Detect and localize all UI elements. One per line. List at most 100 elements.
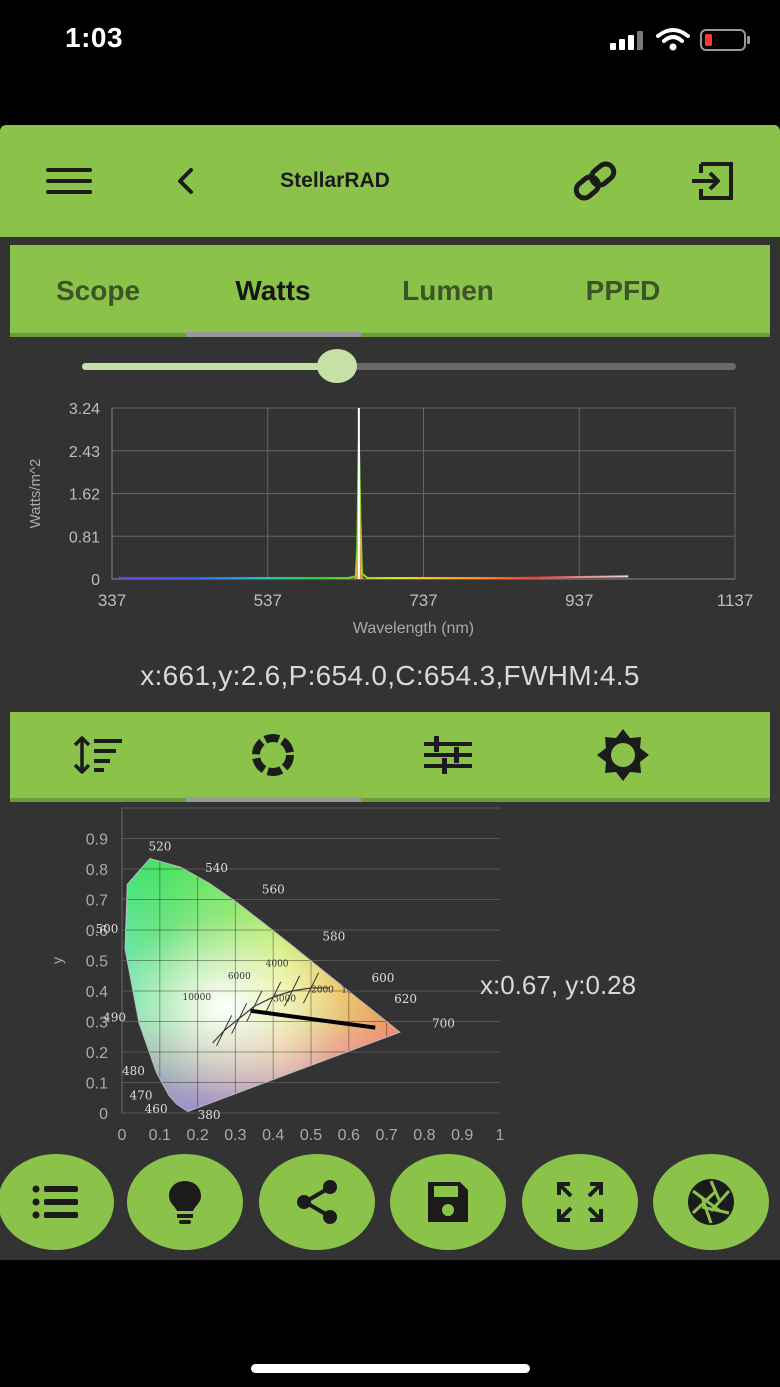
share-button[interactable]: [259, 1154, 375, 1250]
sort-icon: [73, 736, 122, 774]
cie-y-tick-label: 0.7: [86, 893, 108, 910]
wavelength-label: 700: [432, 1017, 455, 1031]
cie-x-tick-label: 0.3: [224, 1127, 246, 1144]
list-icon: [32, 1185, 78, 1219]
back-button[interactable]: [165, 125, 205, 237]
y-axis-label: Watts/m^2: [27, 459, 44, 529]
tune-icon: [424, 736, 472, 774]
tab-ppfd[interactable]: PPFD: [535, 245, 711, 333]
lightbulb-icon: [169, 1181, 201, 1224]
home-indicator: [251, 1364, 530, 1373]
x-tick-label: 937: [565, 591, 593, 610]
cie-x-tick-label: 0.2: [186, 1127, 208, 1144]
chevron-left-icon: [178, 168, 193, 194]
tab-indicator: [186, 332, 361, 337]
y-tick-label: 1.62: [69, 487, 100, 504]
wavelength-label: 520: [148, 840, 171, 854]
wavelength-label: 490: [103, 1011, 126, 1025]
spectrum-chart: 337 537 737 937 1137 3.24 2.43 1.62 0.81 0 Watts/m…: [27, 401, 754, 637]
wavelength-label: 460: [145, 1102, 168, 1116]
adjust-button[interactable]: [360, 712, 536, 798]
list-button[interactable]: [0, 1154, 114, 1250]
lamp-button[interactable]: [127, 1154, 243, 1250]
x-tick-label: 337: [98, 591, 126, 610]
cie-x-tick-label: 0.8: [413, 1127, 435, 1144]
cie-x-tick-label: 0.9: [451, 1127, 473, 1144]
status-bar: 1:03: [0, 0, 780, 80]
sort-button[interactable]: [10, 712, 186, 798]
y-tick-label: 0: [91, 572, 100, 589]
cie-y-tick-label: 0: [99, 1106, 108, 1123]
x-tick-label: 537: [254, 591, 282, 610]
x-tick-label: 737: [409, 591, 437, 610]
cct-label: 10000: [182, 993, 211, 1003]
intensity-slider[interactable]: [82, 347, 736, 387]
cie-x-tick-label: 0: [118, 1127, 127, 1144]
wavelength-label: 600: [371, 971, 394, 985]
wavelength-label: 470: [130, 1088, 153, 1102]
capture-button[interactable]: [653, 1154, 769, 1250]
tab-scope[interactable]: Scope: [10, 245, 186, 333]
wavelength-label: 540: [205, 861, 228, 875]
cie-color-gamut: [125, 858, 400, 1112]
floppy-disk-icon: [428, 1182, 468, 1222]
cie-y-axis-label: y: [50, 957, 65, 964]
fullscreen-button[interactable]: [522, 1154, 638, 1250]
cie-y-tick-label: 0.4: [86, 984, 108, 1001]
wavelength-label: 480: [122, 1064, 145, 1078]
wavelength-label: 580: [322, 930, 345, 944]
cie-x-tick-label: 1: [496, 1127, 505, 1144]
cct-label: 2000: [311, 986, 334, 996]
cie-y-tick-label: 0.2: [86, 1045, 108, 1062]
wavelength-label: 620: [394, 992, 417, 1006]
signal-icon: [610, 31, 643, 50]
cie-chromaticity-chart: 0 0.1 0.2 0.3 0.4 0.5 0.6 0.7 0.8 0.9 100.10.20.30…: [50, 807, 505, 1144]
link-button[interactable]: [565, 125, 625, 237]
cct-label: 6000: [228, 972, 251, 982]
y-tick-label: 3.24: [69, 401, 100, 418]
measurement-tabs: Scope Watts Lumen PPFD: [10, 245, 770, 337]
cie-y-tick-label: 0.8: [86, 862, 108, 879]
brightness-icon: [597, 729, 649, 781]
cie-y-tick-label: 0.9: [86, 832, 108, 849]
wavelength-label: 560: [262, 882, 285, 896]
spectrum-readout: x:661,y:2.6,P:654.0,C:654.3,FWHM:4.5: [140, 660, 640, 691]
cct-label: 1500: [341, 986, 364, 996]
camera-shutter-icon: [688, 1179, 734, 1225]
hamburger-icon: [46, 168, 92, 194]
tab-watts[interactable]: Watts: [185, 245, 361, 333]
aperture-ring-icon: [252, 734, 294, 776]
x-axis-label: Wavelength (nm): [353, 620, 474, 637]
exit-icon: [692, 162, 733, 200]
exit-button[interactable]: [682, 125, 742, 237]
spectrum-series-line: [118, 441, 629, 579]
status-clock: 1:03: [65, 22, 124, 53]
cie-x-tick-label: 0.1: [149, 1127, 171, 1144]
y-tick-label: 0.81: [69, 529, 100, 546]
slider-fill: [82, 363, 338, 370]
cie-x-tick-label: 0.4: [262, 1127, 284, 1144]
cct-label: 2500: [303, 947, 326, 957]
chromaticity-readout: x:0.67, y:0.28: [480, 970, 637, 1000]
save-button[interactable]: [390, 1154, 506, 1250]
brightness-button[interactable]: [535, 712, 711, 798]
cct-label: 4000: [266, 960, 289, 970]
app-title: StellarRAD: [280, 169, 390, 192]
y-tick-label: 2.43: [69, 444, 100, 461]
expand-icon: [557, 1182, 603, 1222]
color-chart-button[interactable]: [185, 712, 361, 798]
battery-icon: [700, 29, 750, 51]
cie-x-tick-label: 0.5: [300, 1127, 322, 1144]
cie-x-tick-label: 0.6: [338, 1127, 360, 1144]
slider-thumb[interactable]: [317, 349, 358, 383]
cie-y-tick-label: 0.5: [86, 954, 108, 971]
wavelength-label: 380: [198, 1108, 221, 1122]
tab-lumen[interactable]: Lumen: [360, 245, 536, 333]
cie-x-tick-label: 0.7: [375, 1127, 397, 1144]
menu-button[interactable]: [38, 125, 100, 237]
link-icon: [573, 161, 617, 201]
wavelength-label: 500: [96, 922, 119, 936]
cct-label: 3000: [273, 995, 296, 1005]
view-mode-bar: [10, 712, 770, 802]
x-tick-label: 1137: [717, 591, 754, 610]
